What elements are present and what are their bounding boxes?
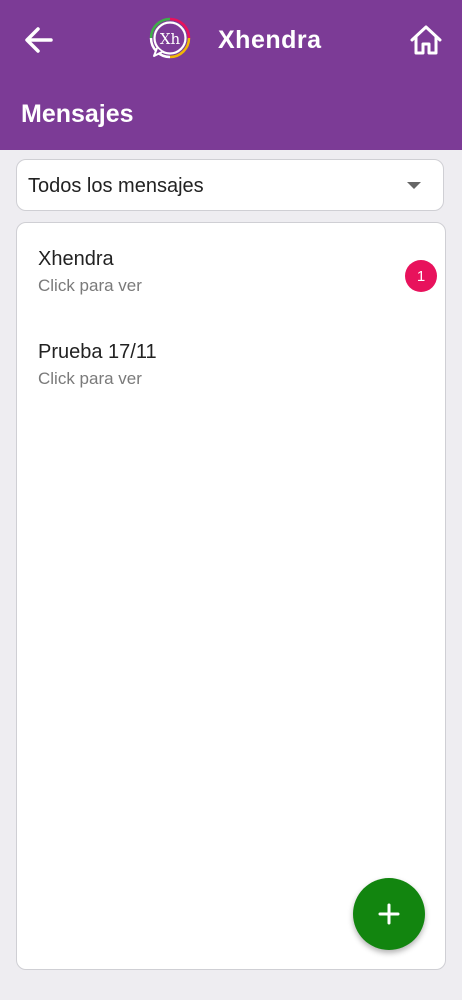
plus-icon (378, 903, 400, 925)
message-subtitle: Click para ver (38, 276, 142, 295)
message-title: Prueba 17/11 (38, 341, 157, 363)
message-list: Xhendra Click para ver 1 Prueba 17/11 Cl… (16, 222, 446, 970)
logo-text: Xh (160, 30, 181, 48)
list-item[interactable]: Xhendra Click para ver 1 (17, 248, 445, 328)
arrow-left-icon (25, 27, 53, 53)
list-item[interactable]: Prueba 17/11 Click para ver (17, 341, 445, 421)
message-subtitle: Click para ver (38, 369, 142, 388)
brand-name: Xhendra (218, 26, 322, 54)
app-bar: Xh Xhendra Mensajes (0, 0, 462, 150)
xhendra-logo: Xh (149, 17, 191, 59)
message-filter-select[interactable]: Todos los mensajes (16, 159, 444, 211)
page-title: Mensajes (21, 100, 134, 128)
home-icon (410, 25, 442, 55)
filter-selected-value: Todos los mensajes (28, 175, 204, 197)
back-button[interactable] (18, 22, 58, 58)
unread-badge: 1 (405, 260, 437, 292)
message-title: Xhendra (38, 248, 114, 270)
home-button[interactable] (406, 20, 446, 60)
chevron-down-icon (407, 182, 421, 189)
new-message-button[interactable] (353, 878, 425, 950)
